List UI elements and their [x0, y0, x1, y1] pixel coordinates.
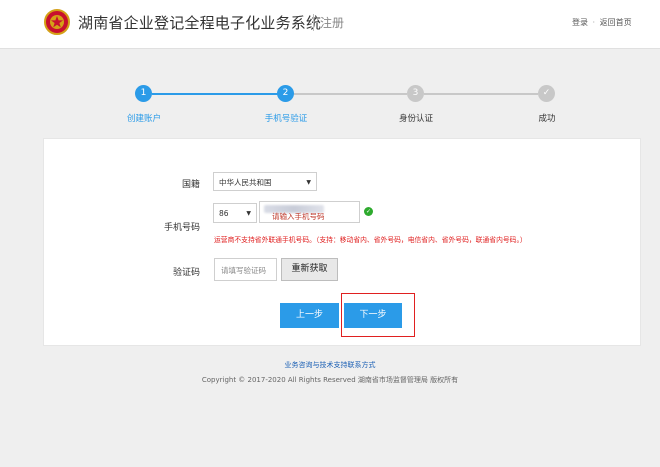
- country-code-select[interactable]: 86 ▼: [213, 203, 257, 223]
- login-link[interactable]: 登录: [572, 18, 588, 27]
- step-4-check-icon: ✓: [538, 85, 555, 102]
- verification-code-input[interactable]: 请填写验证码: [214, 258, 277, 281]
- code-label: 验证码: [172, 268, 200, 278]
- nationality-value: 中华人民共和国: [219, 178, 272, 187]
- phone-label: 手机号码: [163, 223, 200, 233]
- check-circle-icon: ✓: [364, 207, 373, 216]
- link-separator: ·: [592, 18, 596, 27]
- step-connector-1: [152, 93, 278, 95]
- national-emblem-icon: [44, 9, 70, 35]
- support-contact-link[interactable]: 业务咨询与技术支持联系方式: [0, 360, 660, 370]
- step-3-label: 身份认证: [398, 114, 434, 124]
- system-title: 湖南省企业登记全程电子化业务系统: [78, 14, 322, 32]
- code-placeholder: 请填写验证码: [221, 266, 266, 275]
- phone-input[interactable]: 请输入手机号码: [259, 201, 360, 223]
- title-divider: [313, 14, 314, 31]
- step-4-label: 成功: [538, 114, 556, 124]
- step-3-circle: 3: [407, 85, 424, 102]
- nationality-label: 国籍: [181, 180, 200, 190]
- step-2-circle: 2: [277, 85, 294, 102]
- top-links: 登录 · 返回首页: [572, 17, 632, 28]
- step-connector-3: [424, 93, 538, 95]
- step-1-label: 创建账户: [126, 114, 162, 124]
- highlight-box: [341, 293, 415, 337]
- caret-down-icon: ▼: [306, 179, 311, 186]
- page-header: 湖南省企业登记全程电子化业务系统 注册 登录 · 返回首页: [0, 0, 660, 49]
- step-1-circle: 1: [135, 85, 152, 102]
- copyright-text: Copyright © 2017-2020 All Rights Reserve…: [201, 376, 459, 384]
- nationality-select[interactable]: 中华人民共和国 ▼: [213, 172, 317, 191]
- resend-code-button[interactable]: 重新获取: [281, 258, 338, 281]
- page-subtitle: 注册: [320, 16, 345, 30]
- caret-down-icon: ▼: [246, 210, 251, 217]
- home-link[interactable]: 返回首页: [600, 18, 632, 27]
- registration-steps: 1 2 3 ✓ 创建账户 手机号验证 身份认证 成功: [0, 80, 660, 130]
- previous-step-button[interactable]: 上一步: [280, 303, 339, 328]
- step-2-label: 手机号验证: [264, 114, 308, 124]
- phone-placeholder: 请输入手机号码: [272, 212, 325, 221]
- operator-warning: 运营商不支持省外联通手机号码。（支持：移动省内、省外号码，电信省内、省外号码，联…: [214, 236, 527, 244]
- step-connector-2: [294, 93, 407, 95]
- country-code-value: 86: [219, 209, 229, 218]
